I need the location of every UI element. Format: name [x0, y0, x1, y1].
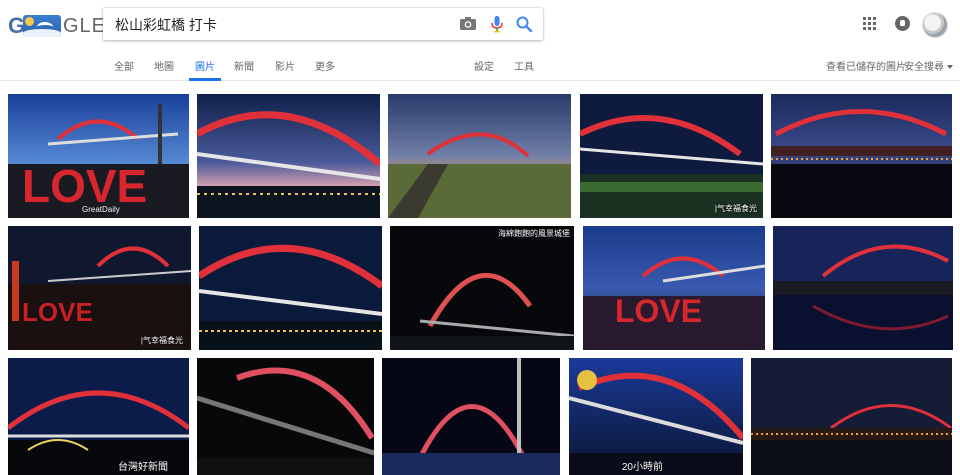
- svg-text:LOVE: LOVE: [615, 293, 702, 329]
- tab-videos[interactable]: 影片: [275, 58, 295, 80]
- tab-more[interactable]: 更多: [315, 58, 335, 80]
- doodle-image: [23, 15, 61, 37]
- notifications-icon[interactable]: [895, 16, 910, 31]
- search-icon[interactable]: [514, 14, 534, 34]
- image-caption: 20小時前: [621, 462, 663, 473]
- image-result[interactable]: [388, 94, 571, 218]
- chevron-down-icon: [947, 65, 953, 70]
- avatar[interactable]: [922, 12, 948, 38]
- image-caption: 海綿飽飽的風景城堡: [498, 229, 570, 238]
- safe-search-menu[interactable]: 安全搜尋: [904, 58, 953, 80]
- svg-text:LOVE: LOVE: [22, 297, 93, 327]
- tab-images[interactable]: 圖片: [189, 58, 221, 81]
- microphone-icon[interactable]: [487, 14, 507, 34]
- apps-grid-icon[interactable]: [863, 17, 877, 31]
- image-result[interactable]: LOVE |气幸福食光: [8, 226, 191, 350]
- image-result[interactable]: [382, 358, 560, 475]
- image-result[interactable]: LOVE: [583, 226, 765, 350]
- image-caption: |气幸福食光: [140, 336, 183, 345]
- search-tabs: 全部 地圖 圖片 新聞 影片 更多 設定 工具 查看已儲存的圖片 安全搜尋: [0, 50, 960, 81]
- search-input[interactable]: [113, 8, 447, 42]
- saved-images-link[interactable]: 查看已儲存的圖片: [826, 58, 906, 80]
- image-result[interactable]: [197, 94, 380, 218]
- camera-icon[interactable]: [458, 14, 478, 34]
- image-caption: GreatDaily: [82, 205, 120, 214]
- image-result[interactable]: [197, 358, 374, 475]
- image-result[interactable]: 20小時前: [569, 358, 743, 475]
- image-result[interactable]: |气幸福食光: [580, 94, 763, 218]
- logo-letters-gle: GLE: [63, 15, 107, 37]
- image-result[interactable]: [199, 226, 382, 350]
- image-result[interactable]: 海綿飽飽的風景城堡: [390, 226, 574, 350]
- tab-news[interactable]: 新聞: [234, 58, 254, 80]
- tab-all[interactable]: 全部: [114, 58, 134, 80]
- safe-search-label: 安全搜尋: [904, 62, 944, 73]
- image-result[interactable]: 台灣好新聞: [8, 358, 189, 475]
- tab-settings[interactable]: 設定: [474, 58, 494, 80]
- image-result[interactable]: [751, 358, 952, 475]
- search-box: [103, 8, 543, 42]
- google-doodle-logo[interactable]: G GLE: [8, 12, 105, 40]
- tab-maps[interactable]: 地圖: [154, 58, 174, 80]
- tab-tools[interactable]: 工具: [514, 58, 534, 80]
- image-result[interactable]: [773, 226, 953, 350]
- image-caption: 台灣好新聞: [118, 462, 168, 473]
- image-result[interactable]: LOVE GreatDaily: [8, 94, 189, 218]
- image-caption: |气幸福食光: [714, 204, 757, 213]
- header: G GLE 全部 地圖 圖片 新: [0, 0, 960, 81]
- image-result[interactable]: [771, 94, 952, 218]
